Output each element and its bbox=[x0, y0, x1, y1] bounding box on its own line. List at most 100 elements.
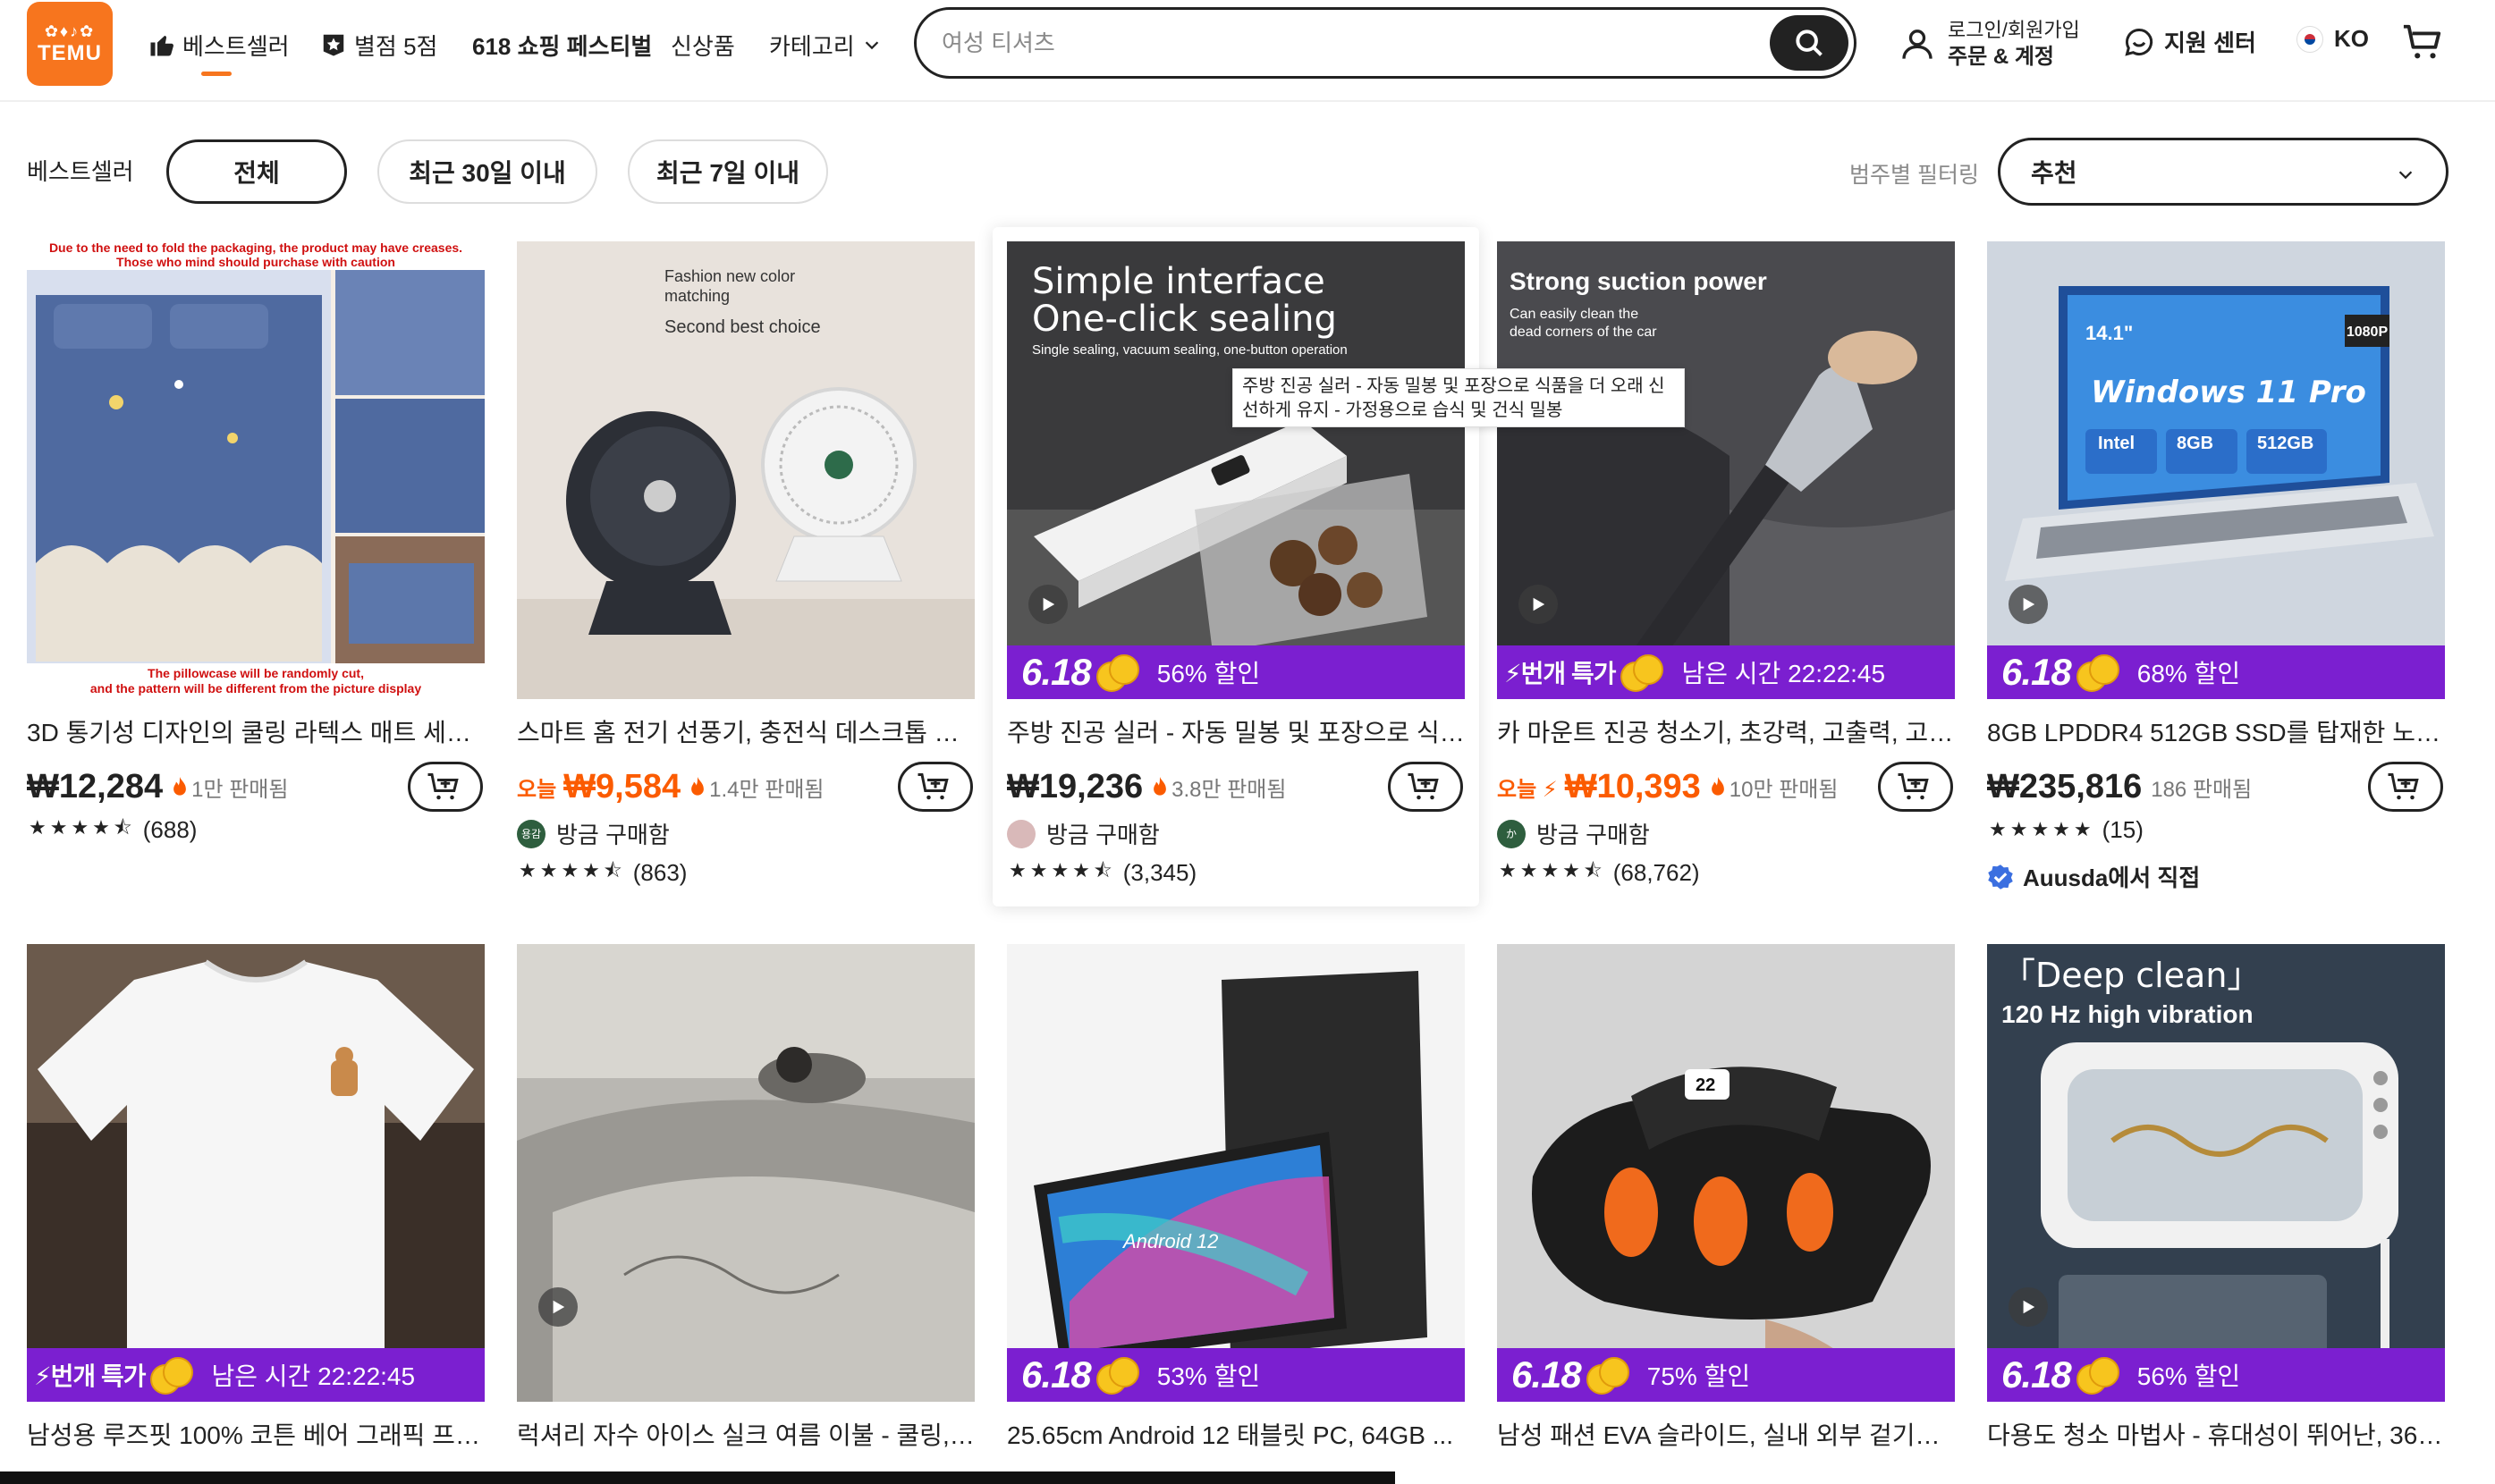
search-icon bbox=[1796, 30, 1823, 56]
svg-text:8GB: 8GB bbox=[2177, 434, 2213, 453]
nav-label: 618 쇼핑 페스티벌 bbox=[472, 32, 653, 60]
filter-all[interactable]: 전체 bbox=[166, 139, 347, 204]
logo-glyphs: ✿♦︎♪✿ bbox=[44, 22, 96, 40]
ultrasonic-cleaner-image: 「Deep clean」 120 Hz high vibration bbox=[1987, 944, 2445, 1402]
product-rating: ★★★★⯪ (68,762) bbox=[1499, 856, 1700, 889]
nav-5-star[interactable]: 별점 5점 bbox=[320, 27, 437, 63]
nav-categories[interactable]: 카테고리 bbox=[769, 27, 889, 63]
svg-text:Single sealing, vacuum sealing: Single sealing, vacuum sealing, one-butt… bbox=[1032, 342, 1348, 358]
fire-icon bbox=[1711, 777, 1724, 796]
promo-banner: ⚡번개 특가 남은 시간 22:22:45 bbox=[27, 1348, 485, 1402]
add-to-cart-button[interactable] bbox=[408, 762, 483, 812]
sold-count-text: 3.8만 판매됨 bbox=[1171, 777, 1287, 802]
search-button[interactable] bbox=[1770, 15, 1848, 71]
review-count: (3,345) bbox=[1122, 858, 1197, 886]
product-image[interactable]: Due to the need to fold the packaging, t… bbox=[27, 241, 485, 699]
product-title[interactable]: 럭셔리 자수 아이스 실크 여름 이불 - 쿨링, ... bbox=[517, 1416, 975, 1452]
play-video-button[interactable] bbox=[1028, 585, 1068, 624]
svg-text:matching: matching bbox=[664, 287, 730, 305]
add-to-cart-button[interactable] bbox=[898, 762, 973, 812]
filter-7-days[interactable]: 최근 7일 이내 bbox=[628, 139, 828, 204]
product-image[interactable]: Windows 11 Pro 14.1" 1080P Intel 8GB 512… bbox=[1987, 241, 2445, 699]
filter-30-days[interactable]: 최근 30일 이내 bbox=[377, 139, 597, 204]
product-title[interactable]: 스마트 홈 전기 선풍기, 충전식 데스크톱 벽걸... bbox=[517, 713, 975, 749]
product-title[interactable]: 주방 진공 실러 - 자동 밀봉 및 포장으로 식품... bbox=[1007, 713, 1465, 749]
product-title[interactable]: 25.65cm Android 12 태블릿 PC, 64GB ... bbox=[1007, 1416, 1465, 1452]
seller-badge[interactable]: Auusda에서 직접 bbox=[1987, 860, 2200, 893]
product-title[interactable]: 카 마운트 진공 청소기, 초강력, 고출력, 고흡... bbox=[1497, 713, 1955, 749]
product-card[interactable]: Windows 11 Pro 14.1" 1080P Intel 8GB 512… bbox=[1987, 241, 2445, 891]
coins-icon bbox=[2076, 654, 2119, 692]
play-video-button[interactable] bbox=[538, 1287, 578, 1327]
play-video-button[interactable] bbox=[2009, 1287, 2048, 1327]
product-card[interactable]: 「Deep clean」 120 Hz high vibration 6.18 … bbox=[1987, 944, 2445, 1480]
product-image[interactable] bbox=[517, 944, 975, 1402]
play-video-button[interactable] bbox=[1518, 585, 1558, 624]
nav-label: 베스트셀러 bbox=[182, 32, 290, 60]
add-to-cart-button[interactable] bbox=[2368, 762, 2443, 812]
svg-text:Android 12: Android 12 bbox=[1121, 1230, 1218, 1252]
sold-count-text: 10만 판매됨 bbox=[1729, 777, 1839, 802]
product-price: ₩235,816 bbox=[1987, 767, 2143, 805]
product-image[interactable]: Simple interface One-click sealing Singl… bbox=[1007, 241, 1465, 699]
product-title[interactable]: 8GB LPDDR4 512GB SSD를 탑재한 노트... bbox=[1987, 713, 2445, 749]
fire-icon bbox=[691, 777, 705, 796]
product-image[interactable]: Android 12 6.18 53% 할인 bbox=[1007, 944, 1465, 1402]
seller-name: Auusda에서 직접 bbox=[2023, 864, 2201, 891]
product-card[interactable]: Android 12 6.18 53% 할인 25.65cm Android 1… bbox=[1007, 944, 1465, 1480]
add-to-cart-button[interactable] bbox=[1388, 762, 1463, 812]
buyer-avatar: か bbox=[1497, 819, 1526, 848]
cart-button[interactable] bbox=[2402, 21, 2443, 67]
slide-sandal-image: 22 bbox=[1497, 944, 1955, 1402]
support-center-link[interactable]: 지원 센터 bbox=[2123, 25, 2256, 58]
coins-icon bbox=[1620, 654, 1664, 692]
product-title[interactable]: 다용도 청소 마법사 - 휴대성이 뛰어난, 360... bbox=[1987, 1416, 2445, 1452]
product-price: ₩9,584 bbox=[563, 767, 681, 805]
temu-logo[interactable]: ✿♦︎♪✿ TEMU bbox=[27, 2, 113, 86]
language-selector[interactable]: KO bbox=[2296, 25, 2369, 53]
play-icon bbox=[2023, 597, 2035, 611]
recent-buyer: 방금 구매함 bbox=[1007, 817, 1160, 850]
product-image[interactable]: 「Deep clean」 120 Hz high vibration 6.18 … bbox=[1987, 944, 2445, 1402]
product-card[interactable]: ⚡번개 특가 남은 시간 22:22:45 남성용 루즈핏 100% 코튼 베어… bbox=[27, 944, 485, 1480]
fire-icon bbox=[1154, 777, 1166, 796]
thumbs-up-icon bbox=[150, 36, 173, 56]
add-to-cart-icon bbox=[427, 773, 459, 800]
play-icon bbox=[2023, 1300, 2035, 1314]
product-card[interactable]: Fashion new color matching Second best c… bbox=[517, 241, 975, 886]
svg-text:One-click sealing: One-click sealing bbox=[1032, 299, 1337, 340]
product-title[interactable]: 남성 패션 EVA 슬라이드, 실내 외부 겉기용 ... bbox=[1497, 1416, 1955, 1452]
price-row: ₩19,236 3.8만 판매됨 bbox=[1007, 760, 1465, 814]
add-to-cart-icon bbox=[1408, 773, 1439, 800]
flash-sale-tag: ⚡번개 특가 bbox=[1504, 660, 1616, 687]
product-image[interactable]: Strong suction power Can easily clean th… bbox=[1497, 241, 1955, 699]
product-image[interactable]: ⚡번개 특가 남은 시간 22:22:45 bbox=[27, 944, 485, 1402]
product-title[interactable]: 3D 통기성 디자인의 쿨링 라텍스 매트 세트 ... bbox=[27, 713, 485, 749]
user-icon bbox=[1902, 30, 1933, 59]
product-card[interactable]: 럭셔리 자수 아이스 실크 여름 이불 - 쿨링, ... bbox=[517, 944, 975, 1480]
logo-wordmark: TEMU bbox=[38, 41, 102, 65]
product-image[interactable]: 22 6.18 75% 할인 bbox=[1497, 944, 1955, 1402]
nav-bestseller[interactable]: 베스트셀러 bbox=[148, 27, 290, 63]
nav-new-arrivals[interactable]: 신상품 bbox=[671, 27, 735, 63]
category-filter-label: 범주별 필터링 bbox=[1849, 163, 1979, 188]
product-title[interactable]: 남성용 루즈핏 100% 코튼 베어 그래픽 프린... bbox=[27, 1416, 485, 1452]
svg-text:Windows 11 Pro: Windows 11 Pro bbox=[2091, 375, 2366, 410]
nav-618-festival[interactable]: 618 쇼핑 페스티벌 bbox=[472, 27, 652, 63]
product-card-hovered[interactable]: Simple interface One-click sealing Singl… bbox=[993, 227, 1479, 906]
sold-count: 1만 판매됨 bbox=[172, 772, 288, 803]
product-card[interactable]: 22 6.18 75% 할인 남성 패션 EVA 슬라이드, 실내 외부 겉기용… bbox=[1497, 944, 1955, 1480]
product-card[interactable]: Due to the need to fold the packaging, t… bbox=[27, 241, 485, 867]
product-image[interactable]: Fashion new color matching Second best c… bbox=[517, 241, 975, 699]
add-to-cart-button[interactable] bbox=[1878, 762, 1953, 812]
play-video-button[interactable] bbox=[2009, 585, 2048, 624]
product-card[interactable]: Strong suction power Can easily clean th… bbox=[1497, 241, 1955, 886]
search-input[interactable] bbox=[940, 28, 1748, 58]
sold-count: 10만 판매됨 bbox=[1710, 772, 1839, 803]
account-menu[interactable]: 로그인/회원가입 주문 & 계정 bbox=[1899, 14, 2080, 73]
sort-select[interactable]: 추천 bbox=[1998, 138, 2448, 206]
tshirt-image bbox=[27, 944, 485, 1402]
play-icon bbox=[1043, 597, 1055, 611]
price-row: 오늘 ₩9,584 1.4만 판매됨 bbox=[517, 760, 975, 814]
svg-text:Due to the need to fold the pa: Due to the need to fold the packaging, t… bbox=[49, 241, 462, 255]
